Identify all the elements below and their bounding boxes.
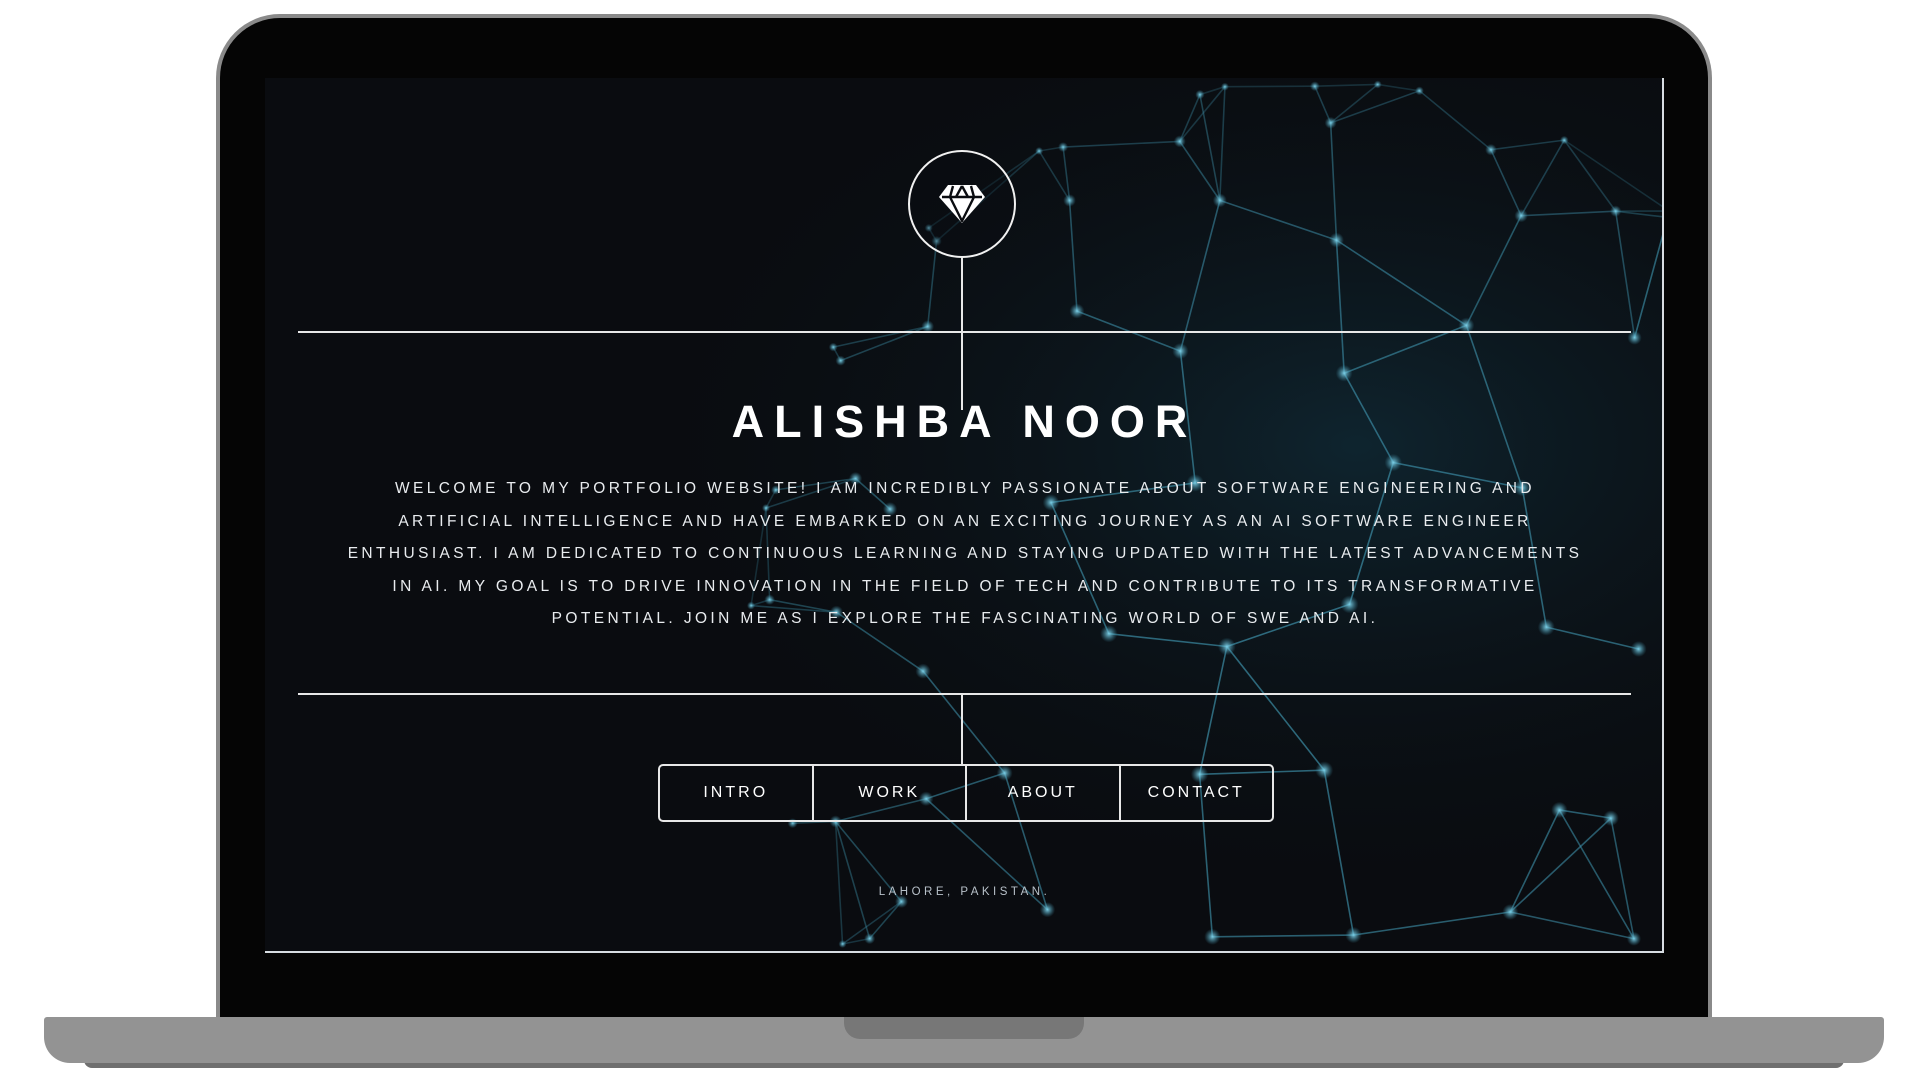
network-node [1315, 761, 1334, 780]
network-node [1559, 135, 1569, 145]
network-node [1415, 86, 1424, 96]
network-node [1663, 213, 1664, 223]
network-node [864, 933, 876, 945]
network-node [1384, 453, 1402, 472]
network-node [1551, 801, 1568, 819]
network-node [1373, 80, 1382, 89]
network-node [835, 355, 846, 366]
network-node [1626, 931, 1642, 946]
logo-badge[interactable] [908, 150, 1016, 258]
network-node [1335, 364, 1353, 382]
network-node [1309, 81, 1320, 92]
network-node [1172, 342, 1189, 360]
network-node [1035, 146, 1044, 155]
network-node [1345, 926, 1362, 944]
main-nav: INTRO WORK ABOUT CONTACT [658, 764, 1274, 822]
network-node [1324, 116, 1337, 129]
network-node [1069, 303, 1085, 319]
network-node [1220, 82, 1229, 91]
network-node [1063, 194, 1076, 207]
network-node [1328, 232, 1344, 248]
network-node [1514, 208, 1528, 223]
intro-text: WELCOME TO MY PORTFOLIO WEBSITE! I AM IN… [347, 480, 1583, 627]
network-node [1204, 928, 1221, 945]
network-node [828, 342, 838, 352]
network-node [1217, 637, 1236, 656]
website-screen: ALISHBA NOOR WELCOME TO MY PORTFOLIO WEB… [265, 78, 1664, 953]
network-node [1195, 89, 1205, 100]
location-text: LAHORE, PAKISTAN. [878, 886, 1051, 898]
network-node [1502, 903, 1519, 920]
nav-work-button[interactable]: WORK [814, 766, 967, 820]
page-title: ALISHBA NOOR [731, 396, 1198, 447]
network-node [1603, 810, 1619, 827]
connector-line-top [961, 258, 963, 410]
nav-intro-button[interactable]: INTRO [660, 766, 814, 820]
network-node [1212, 193, 1227, 208]
laptop-notch [844, 1017, 1084, 1039]
network-node [1039, 901, 1056, 918]
network-node [1173, 135, 1186, 148]
nav-about-button[interactable]: ABOUT [967, 766, 1121, 820]
network-node [915, 663, 931, 679]
divider-bottom [298, 693, 1631, 695]
network-node [1485, 143, 1497, 156]
network-node [1630, 640, 1647, 657]
diamond-icon [939, 185, 985, 223]
nav-contact-button[interactable]: CONTACT [1121, 766, 1273, 820]
divider-top [298, 331, 1631, 333]
network-node [838, 939, 847, 948]
connector-line-bottom [961, 693, 963, 765]
network-node [1609, 205, 1622, 217]
network-node [1058, 142, 1069, 153]
